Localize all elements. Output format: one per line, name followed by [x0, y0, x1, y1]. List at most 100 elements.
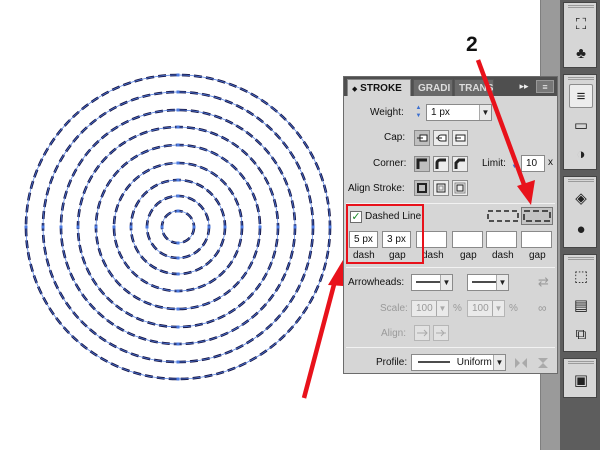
start-arrowhead-select[interactable]: ▼ — [411, 274, 453, 291]
round-join-button[interactable] — [433, 156, 449, 172]
chevron-down-icon[interactable]: ▼ — [493, 355, 505, 370]
profile-value: Uniform — [456, 357, 492, 368]
arrowhead-none-icon — [472, 281, 498, 283]
anchor-point — [176, 241, 180, 245]
swap-arrowheads-icon[interactable]: ⇄ — [538, 274, 549, 290]
dock-group-4: ⬚ ▤ ⧉ — [563, 254, 597, 352]
anchor-point — [41, 225, 45, 229]
arrow-tip-at-end-button[interactable] — [433, 325, 449, 341]
expand-panel-icon[interactable]: ▸▸ — [516, 80, 532, 93]
anchor-point — [176, 272, 180, 276]
dashed-circle — [41, 90, 315, 364]
image-trace-icon[interactable]: ▣ — [569, 368, 593, 392]
tab-stroke[interactable]: ◆ STROKE — [347, 79, 411, 96]
anchor-point — [24, 225, 28, 229]
chevron-down-icon[interactable]: ▼ — [440, 275, 452, 290]
limit-label: Limit: — [482, 158, 506, 169]
dash-3-input[interactable] — [486, 231, 517, 248]
anchor-point — [293, 225, 297, 229]
arrow-tip-beyond-path-button[interactable] — [414, 325, 430, 341]
round-cap-button[interactable] — [433, 130, 449, 146]
start-scale-value: 100 — [416, 303, 433, 314]
symbols-club-icon[interactable]: ♣ — [569, 41, 593, 65]
anchor-point — [276, 225, 280, 229]
butt-cap-icon — [417, 134, 428, 142]
gap-3-input[interactable] — [521, 231, 552, 248]
align-inside-icon — [436, 183, 446, 193]
round-cap-icon — [436, 134, 447, 142]
panel-tab-bar[interactable]: ◆ STROKE GRADI TRANS ▸▸ ≡ — [344, 77, 557, 96]
tab-gradient[interactable]: GRADI — [413, 79, 453, 96]
flip-along-icon[interactable] — [513, 356, 529, 370]
weight-value: 1 px — [431, 107, 450, 118]
pathfinder-panel-icon[interactable]: ⧉ — [569, 322, 593, 346]
gradient-panel-icon[interactable]: ▭ — [569, 113, 593, 137]
anchor-point — [176, 161, 180, 165]
graphic-styles-icon[interactable]: ● — [569, 217, 593, 241]
transparency-panel-icon[interactable]: ◑ — [569, 142, 593, 166]
dock-grip[interactable] — [568, 257, 594, 260]
panel-menu-icon[interactable]: ≡ — [536, 80, 554, 93]
dock-group-1: ⛶ ♣ — [563, 2, 597, 68]
scale-label: Scale: — [380, 303, 408, 314]
scale-unit: % — [453, 303, 462, 314]
dock-grip[interactable] — [568, 179, 594, 182]
projecting-cap-button[interactable] — [452, 130, 468, 146]
arrowheads-label: Arrowheads: — [348, 277, 405, 288]
dock-grip[interactable] — [568, 5, 594, 8]
tab-transparency[interactable]: TRANS — [454, 79, 494, 96]
align-panel-icon[interactable]: ▤ — [569, 293, 593, 317]
selection-path — [25, 74, 331, 380]
align-stroke-inside-button[interactable] — [433, 180, 449, 196]
align-stroke-outside-button[interactable] — [452, 180, 468, 196]
dock-grip[interactable] — [568, 77, 594, 80]
collapse-icon[interactable]: ◆ — [352, 86, 357, 93]
anchor-point — [176, 377, 180, 381]
dock-grip[interactable] — [568, 361, 594, 364]
dock-group-5: ▣ — [563, 358, 597, 398]
transform-panel-icon[interactable]: ⬚ — [569, 264, 593, 288]
anchor-point — [145, 225, 149, 229]
weight-input[interactable]: 1 px ▼ — [426, 104, 492, 121]
flip-across-icon[interactable] — [536, 356, 550, 370]
end-scale-input[interactable]: 100 ▼ — [467, 300, 505, 317]
align-stroke-center-button[interactable] — [414, 180, 430, 196]
align-label: Align: — [381, 328, 407, 339]
anchor-point — [176, 125, 180, 129]
panel-dock: ⛶ ♣ ≡ ▭ ◑ ◈ ● ⬚ ▤ ⧉ ▣ — [560, 0, 600, 450]
align-outside-icon — [454, 182, 466, 194]
gap-2-input[interactable] — [452, 231, 483, 248]
miter-join-button[interactable] — [414, 156, 430, 172]
tab-stroke-label: STROKE — [360, 83, 402, 94]
stroke-panel-icon[interactable]: ≡ — [569, 84, 593, 108]
selection-path — [161, 210, 195, 244]
scale-unit: % — [509, 303, 518, 314]
chevron-down-icon[interactable]: ▼ — [492, 301, 504, 316]
panel-divider — [346, 267, 555, 268]
weight-stepper[interactable]: ▲ ▼ — [414, 104, 423, 121]
anchor-point — [328, 225, 332, 229]
gap-3-label: gap — [529, 250, 546, 261]
anchor-point — [176, 108, 180, 112]
end-arrowhead-select[interactable]: ▼ — [467, 274, 509, 291]
bevel-join-button[interactable] — [452, 156, 468, 172]
butt-cap-button[interactable] — [414, 130, 430, 146]
chevron-down-icon[interactable]: ▼ — [436, 301, 448, 316]
chevron-down-icon[interactable]: ▼ — [496, 275, 508, 290]
align-dashes-button[interactable] — [521, 207, 553, 225]
anchor-point — [176, 209, 180, 213]
limit-input[interactable]: 10 — [521, 155, 545, 172]
limit-stepper[interactable]: ▲ ▼ — [510, 155, 519, 172]
anchor-point — [258, 225, 262, 229]
dashed-line-highlight — [346, 204, 424, 264]
link-scale-icon[interactable]: ∞ — [538, 301, 547, 315]
chevron-down-icon[interactable]: ▼ — [479, 105, 491, 120]
start-scale-input[interactable]: 100 ▼ — [411, 300, 449, 317]
profile-select[interactable]: Uniform ▼ — [411, 354, 506, 371]
selection-path — [42, 91, 314, 363]
appearance-panel-icon[interactable]: ◈ — [569, 186, 593, 210]
arrow-at-end-icon — [436, 329, 446, 337]
preserve-dash-lengths-icon[interactable] — [487, 209, 519, 223]
symbol-sprayer-icon[interactable]: ⛶ — [569, 12, 593, 36]
anchor-point — [176, 256, 180, 260]
